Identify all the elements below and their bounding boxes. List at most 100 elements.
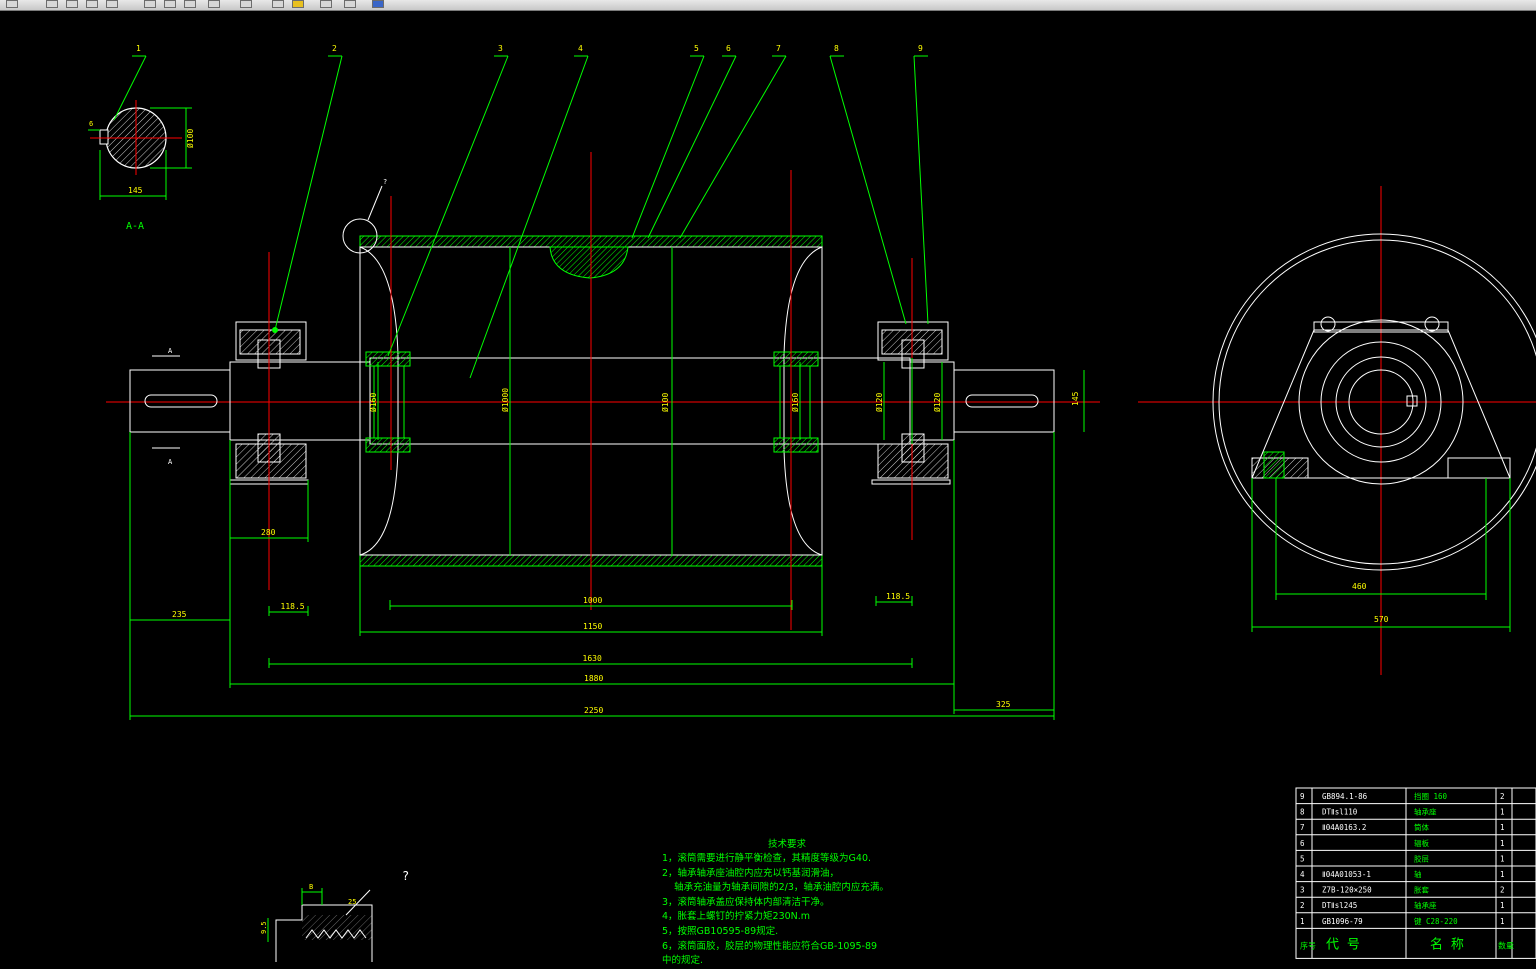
svg-text:Z7B-120×250: Z7B-120×250 bbox=[1322, 886, 1372, 895]
section-key-label: 6 bbox=[89, 120, 93, 128]
bom-row[interactable]: 1 GB1096-79 键 C28-220 1 bbox=[1300, 916, 1505, 926]
requirement-line: 2，轴承轴承座油腔内应充以钙基润滑油， bbox=[662, 867, 840, 879]
markup-icon[interactable] bbox=[320, 0, 332, 8]
svg-text:8: 8 bbox=[1300, 808, 1305, 817]
technical-requirements: 技术要求 1，滚筒需要进行静平衡检查，其精度等级为G40. 2，轴承轴承座油腔内应… bbox=[662, 838, 889, 966]
bom-row[interactable]: 7 Ⅱ04A0163.2 筒体 1 bbox=[1300, 822, 1505, 832]
dim-hub-left: Ø160 bbox=[368, 393, 378, 412]
svg-text:轴承座: 轴承座 bbox=[1414, 900, 1437, 910]
svg-text:1: 1 bbox=[1500, 808, 1505, 817]
dim-housing-w: 280 bbox=[261, 528, 276, 537]
cad-toolbar bbox=[0, 0, 1536, 11]
bom-row[interactable]: 4 Ⅱ04A01053-1 轴 1 bbox=[1300, 869, 1505, 879]
svg-text:辐板: 辐板 bbox=[1414, 838, 1430, 848]
detail-marker: ? bbox=[383, 178, 387, 186]
properties-icon[interactable] bbox=[208, 0, 220, 8]
lagging-dim-b: B bbox=[309, 883, 313, 891]
dim-total: 2250 bbox=[584, 706, 603, 715]
requirements-lines: 1，滚筒需要进行静平衡检查，其精度等级为G40. 2，轴承轴承座油腔内应充以钙基润… bbox=[662, 852, 889, 969]
dim-total-inner: 1880 bbox=[584, 674, 603, 683]
svg-text:5: 5 bbox=[1300, 854, 1305, 863]
bom-row[interactable]: 9 GB894.1-86 挡圈 160 2 bbox=[1300, 791, 1505, 801]
bom-table[interactable]: 9 GB894.1-86 挡圈 160 2 8 DTⅡsl110 轴承座 1 7 Ⅱ04A0163… bbox=[1295, 787, 1536, 959]
dim-bearing-right: Ø120 bbox=[932, 393, 942, 412]
bom-row[interactable]: 3 Z7B-120×250 胀套 2 bbox=[1300, 885, 1505, 895]
balloon-8: 8 bbox=[834, 44, 839, 53]
section-label: A-A bbox=[126, 221, 144, 232]
zoom-previous-icon[interactable] bbox=[106, 0, 118, 8]
bom-row[interactable]: 2 DTⅡsl245 轴承座 1 bbox=[1300, 900, 1505, 910]
zoom-in-icon[interactable] bbox=[144, 0, 156, 8]
section-dim-keyway: Ø100 bbox=[185, 129, 195, 148]
section-a-a-view: 145 Ø100 6 A-A bbox=[88, 100, 195, 232]
svg-text:Ⅱ04A01053-1: Ⅱ04A01053-1 bbox=[1322, 870, 1371, 879]
bom-row[interactable]: 6 辐板 1 bbox=[1300, 838, 1505, 848]
svg-text:1: 1 bbox=[1500, 901, 1505, 910]
svg-text:轴承座: 轴承座 bbox=[1414, 807, 1437, 817]
print-icon[interactable] bbox=[6, 0, 18, 8]
svg-text:DTⅡsl110: DTⅡsl110 bbox=[1322, 808, 1358, 817]
dim-offset-right: 118.5 bbox=[886, 592, 910, 601]
balloon-6: 6 bbox=[726, 44, 731, 53]
dim-shaft-dia: Ø100 bbox=[660, 393, 670, 412]
dim-drum-dia: Ø1000 bbox=[500, 388, 510, 412]
zoom-realtime-icon[interactable] bbox=[66, 0, 78, 8]
tool-palette-icon[interactable] bbox=[272, 0, 284, 8]
svg-text:GB894.1-86: GB894.1-86 bbox=[1322, 792, 1368, 801]
requirement-line: 3，滚筒轴承盖应保持体内部清洁干净。 bbox=[662, 896, 830, 908]
svg-text:6: 6 bbox=[1300, 839, 1305, 848]
dim-offset-left: 118.5 bbox=[281, 602, 305, 611]
section-marker-top: A bbox=[168, 347, 173, 355]
requirement-line: 4，胀套上螺钉的拧紧力矩230N.m bbox=[662, 911, 811, 923]
svg-text:4: 4 bbox=[1300, 870, 1305, 879]
svg-text:挡圈 160: 挡圈 160 bbox=[1414, 791, 1448, 801]
bom-header-code: 代 号 bbox=[1326, 937, 1360, 952]
dim-shaft-right: 325 bbox=[996, 700, 1011, 709]
dim-end-total: 570 bbox=[1374, 615, 1389, 624]
bom-row[interactable]: 8 DTⅡsl110 轴承座 1 bbox=[1300, 807, 1505, 817]
svg-text:1: 1 bbox=[1300, 917, 1305, 926]
dim-hub-right: Ø160 bbox=[790, 393, 800, 412]
balloon-1: 1 bbox=[136, 44, 141, 53]
lagging-detail[interactable]: B 9.5 25 ? bbox=[260, 869, 409, 962]
sheet-set-icon[interactable] bbox=[292, 0, 304, 8]
dim-end-base: 460 bbox=[1352, 582, 1367, 591]
bom-header-no: 序号 bbox=[1300, 940, 1316, 950]
end-view[interactable]: 460 570 bbox=[1138, 186, 1536, 675]
lagging-angle: 25 bbox=[348, 898, 356, 906]
requirement-line: 5，按照GB10595-89规定. bbox=[662, 925, 779, 937]
balloon-4: 4 bbox=[578, 44, 583, 53]
pan-icon[interactable] bbox=[46, 0, 58, 8]
cad-drawing-canvas[interactable]: 1 4 5 Ø100 6 A-A ? A A 1 2 3 4 5 6 7 8 9 Ø… bbox=[0, 11, 1536, 962]
balloon-2: 2 bbox=[332, 44, 337, 53]
svg-text:9: 9 bbox=[1300, 792, 1305, 801]
svg-text:轴: 轴 bbox=[1414, 869, 1422, 879]
svg-text:键 C28-220: 键 C28-220 bbox=[1414, 916, 1458, 926]
svg-text:2: 2 bbox=[1300, 901, 1305, 910]
svg-text:1: 1 bbox=[1500, 823, 1505, 832]
svg-text:1: 1 bbox=[1500, 870, 1505, 879]
bom-row[interactable]: 5 胶层 1 bbox=[1300, 853, 1505, 863]
svg-text:3: 3 bbox=[1300, 886, 1305, 895]
requirements-title: 技术要求 bbox=[768, 839, 807, 850]
dim-face: 1000 bbox=[583, 596, 602, 605]
dim-bearing-span: 1630 bbox=[583, 654, 602, 663]
svg-text:7: 7 bbox=[1300, 823, 1305, 832]
design-center-icon[interactable] bbox=[240, 0, 252, 8]
zoom-extents-icon[interactable] bbox=[184, 0, 196, 8]
requirement-line: 轴承充油量为轴承间隙的2/3，轴承油腔内应充满。 bbox=[662, 882, 889, 894]
zoom-window-icon[interactable] bbox=[86, 0, 98, 8]
lagging-marker: ? bbox=[402, 869, 409, 883]
svg-text:胀套: 胀套 bbox=[1414, 885, 1430, 895]
balloon-3: 3 bbox=[498, 44, 503, 53]
svg-text:1: 1 bbox=[1500, 854, 1505, 863]
bom-header-qty: 数量 bbox=[1498, 940, 1514, 950]
dim-drum-len: 1150 bbox=[583, 622, 602, 631]
help-icon[interactable] bbox=[372, 0, 384, 8]
requirement-line: 1，滚筒需要进行静平衡检查，其精度等级为G40. bbox=[662, 853, 872, 864]
svg-text:筒体: 筒体 bbox=[1414, 822, 1430, 832]
svg-text:GB1096-79: GB1096-79 bbox=[1322, 917, 1363, 926]
calc-icon[interactable] bbox=[344, 0, 356, 8]
zoom-out-icon[interactable] bbox=[164, 0, 176, 8]
balloon-7: 7 bbox=[776, 44, 781, 53]
